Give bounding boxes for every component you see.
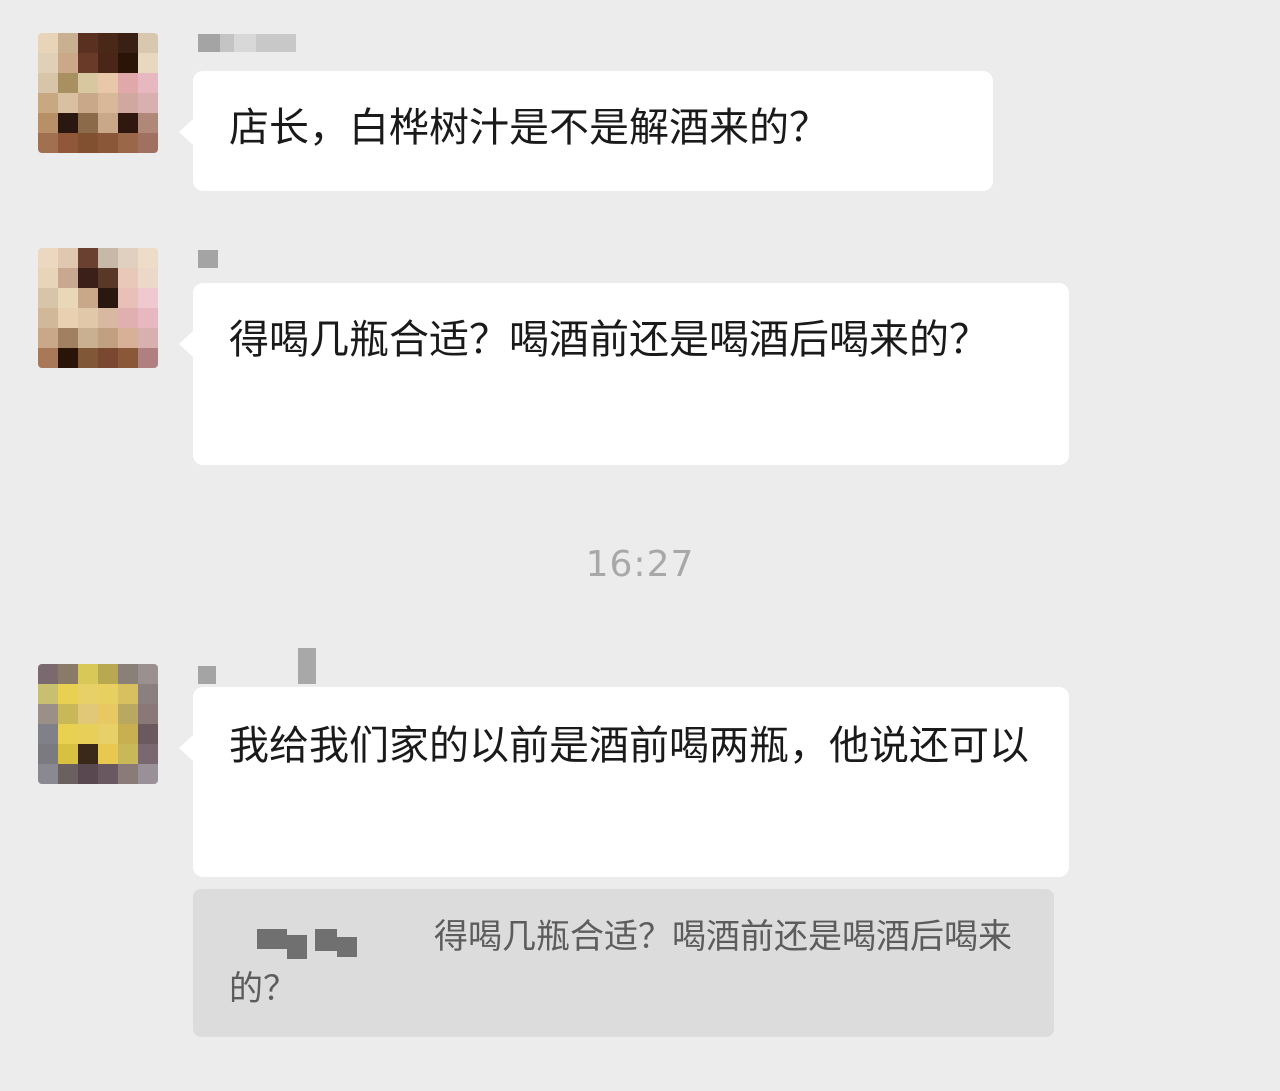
sender-name [198, 32, 296, 54]
message-text: 我给我们家的以前是酒前喝两瓶，他说还可以 [229, 723, 1029, 769]
avatar[interactable] [38, 248, 158, 368]
quoted-sender-name [229, 919, 434, 959]
avatar[interactable] [38, 33, 158, 153]
message-text: 得喝几瓶合适？喝酒前还是喝酒后喝来的？ [229, 317, 989, 363]
message-bubble[interactable]: 得喝几瓶合适？喝酒前还是喝酒后喝来的？ [179, 283, 1069, 465]
quoted-reply[interactable]: 得喝几瓶合适？喝酒前还是喝酒后喝来的？ [193, 889, 1054, 1037]
avatar[interactable] [38, 664, 158, 784]
sender-name [198, 648, 316, 684]
message-text: 店长，白桦树汁是不是解酒来的？ [229, 105, 829, 151]
message-bubble[interactable]: 我给我们家的以前是酒前喝两瓶，他说还可以 [179, 687, 1069, 877]
sender-name [198, 248, 218, 270]
message-bubble[interactable]: 店长，白桦树汁是不是解酒来的？ [179, 71, 993, 191]
timestamp: 16:27 [585, 544, 695, 585]
